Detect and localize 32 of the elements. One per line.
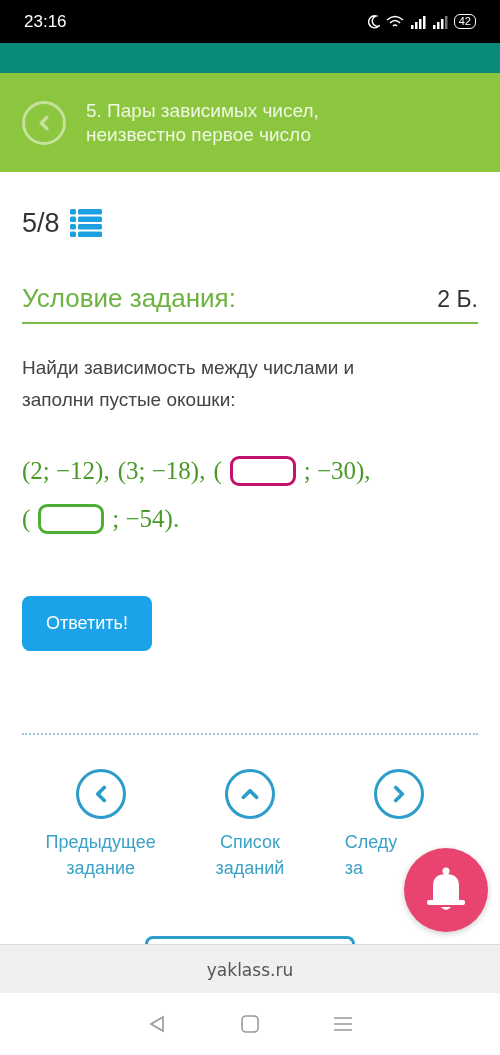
nav-button[interactable] xyxy=(75,769,126,819)
nav-link[interactable]: Следу за xyxy=(324,829,398,881)
lesson-title: 5. Пары зависимых чисел, неизвестно первое число xyxy=(86,98,319,147)
back-icon[interactable] xyxy=(147,1014,167,1034)
task-points: 2 Б. xyxy=(437,286,478,313)
status-time: 23:16 xyxy=(24,11,67,32)
answer-field[interactable] xyxy=(38,504,105,534)
home-icon[interactable] xyxy=(241,1015,259,1033)
signal-icon xyxy=(431,14,448,29)
list-icon[interactable] xyxy=(69,208,102,239)
url-text: yaklass.ru xyxy=(206,959,294,980)
math-expression: (3; −18), xyxy=(117,457,206,485)
signal-icon xyxy=(409,14,426,29)
moon-icon xyxy=(367,14,380,29)
math-expression: ( xyxy=(213,457,222,485)
task-counter: 5/8 xyxy=(22,208,60,239)
task-heading: Условие задания: xyxy=(22,283,236,314)
nav-button[interactable] xyxy=(225,769,275,819)
nav-link[interactable]: Предыдущее задание xyxy=(45,829,156,881)
answer-button[interactable]: Ответить! xyxy=(22,596,152,651)
math-expression: ; −30), xyxy=(303,457,371,485)
notification-button[interactable] xyxy=(404,848,488,932)
math-expression: ; −54). xyxy=(112,505,180,533)
math-expression: ( xyxy=(22,505,31,533)
nav-button[interactable] xyxy=(374,769,425,819)
menu-icon[interactable] xyxy=(333,1016,353,1032)
math-expression: (2; −12), xyxy=(22,457,110,485)
battery-level: 42 xyxy=(453,14,476,29)
nav-link[interactable]: Список заданий xyxy=(215,829,285,881)
task-prompt: Найди зависимость между числами и заполни пустые окошки: xyxy=(22,356,356,412)
answer-field[interactable] xyxy=(229,456,296,486)
wifi-icon xyxy=(385,14,404,29)
